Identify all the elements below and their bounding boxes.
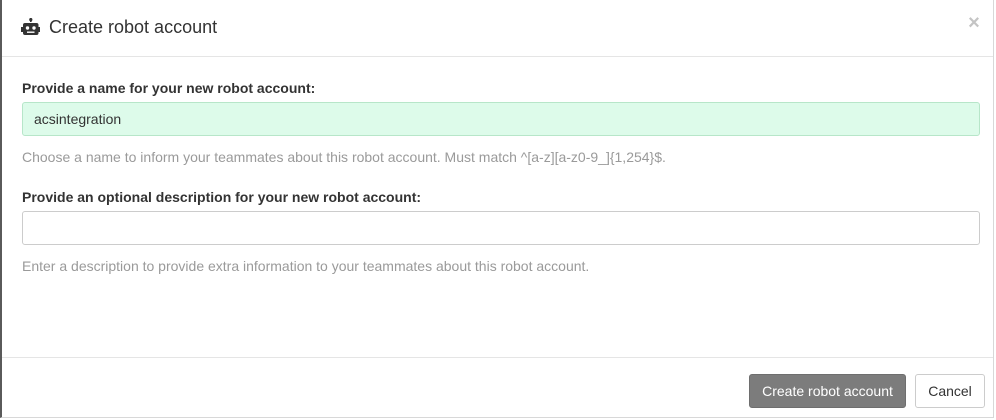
robot-name-input[interactable] (22, 102, 980, 136)
robot-name-label: Provide a name for your new robot accoun… (22, 80, 316, 96)
dialog-header: Create robot account × (2, 0, 993, 57)
create-robot-account-button[interactable]: Create robot account (749, 374, 906, 408)
robot-icon (21, 18, 40, 37)
robot-description-help-text: Enter a description to provide extra inf… (22, 258, 590, 274)
cancel-button[interactable]: Cancel (915, 374, 985, 408)
robot-description-label: Provide an optional description for your… (22, 189, 422, 205)
dialog-title: Create robot account (49, 17, 218, 37)
robot-name-help-text: Choose a name to inform your teammates a… (22, 149, 666, 165)
close-icon[interactable]: × (965, 12, 983, 34)
dialog-footer: Create robot account Cancel (2, 357, 993, 418)
create-robot-account-dialog: Create robot account × Provide a name fo… (0, 0, 994, 418)
robot-description-input[interactable] (22, 211, 980, 245)
